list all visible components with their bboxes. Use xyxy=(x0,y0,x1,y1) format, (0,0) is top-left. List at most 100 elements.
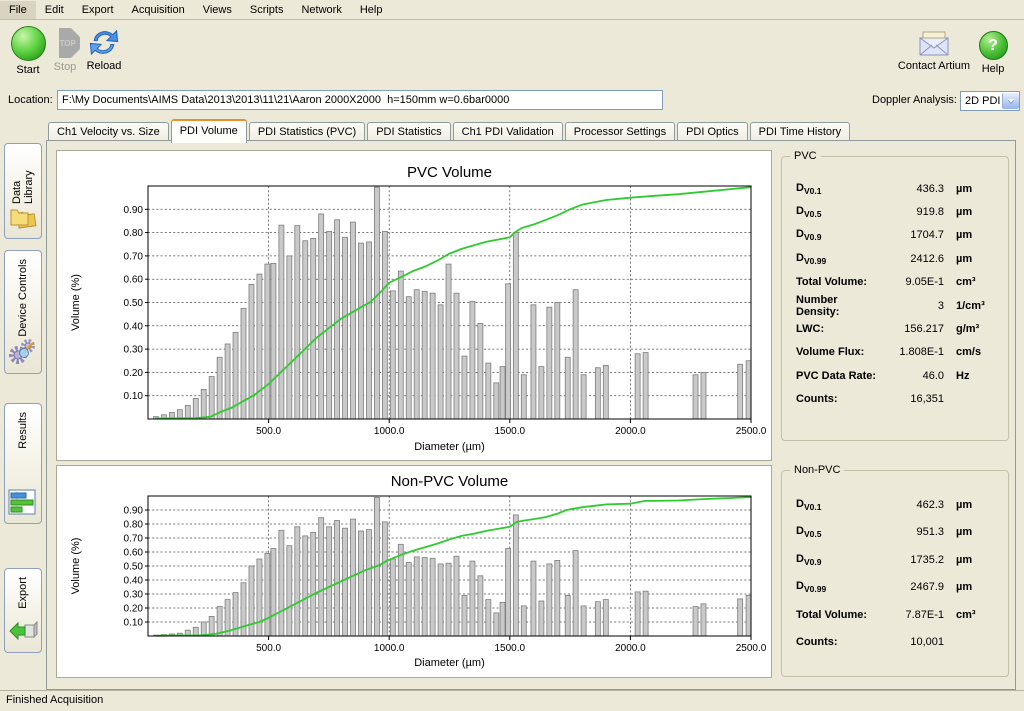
sidebar-item-results[interactable]: Results xyxy=(4,403,42,524)
reload-label: Reload xyxy=(84,60,124,72)
stop-label: Stop xyxy=(48,61,82,73)
tab-ch1-pdi-validation[interactable]: Ch1 PDI Validation xyxy=(453,122,563,142)
svg-text:Diameter (µm): Diameter (µm) xyxy=(414,441,485,453)
svg-text:0.10: 0.10 xyxy=(124,618,144,629)
stat-unit: µm xyxy=(956,183,998,195)
stat-unit: µm xyxy=(956,554,998,566)
svg-text:0.40: 0.40 xyxy=(124,321,144,332)
tab-pdi-time-history[interactable]: PDI Time History xyxy=(750,122,851,142)
stat-label: Counts: xyxy=(796,636,882,648)
stat-row: PVC Data Rate:46.0 Hz xyxy=(796,364,998,387)
svg-text:1500.0: 1500.0 xyxy=(495,426,526,437)
pvc-stats-group: PVC DV0.1436.3µmDV0.5919.8µmDV0.91704.7µ… xyxy=(781,156,1009,441)
contact-artium-button[interactable]: Contact Artium xyxy=(893,28,975,72)
sidebar-item-device-controls[interactable]: Device Controls xyxy=(4,250,42,374)
stat-row: DV0.91704.7µm xyxy=(796,224,998,247)
tab-ch1-velocity-vs-size[interactable]: Ch1 Velocity vs. Size xyxy=(48,122,169,142)
svg-text:2500.0: 2500.0 xyxy=(736,426,767,437)
start-icon xyxy=(11,26,46,61)
pvc-stats-group-title: PVC xyxy=(790,150,821,162)
svg-text:500.0: 500.0 xyxy=(256,426,281,437)
stat-value: 10,001 xyxy=(882,636,944,648)
svg-text:Volume (%): Volume (%) xyxy=(70,274,82,331)
menu-item-export[interactable]: Export xyxy=(73,1,123,19)
svg-text:0.20: 0.20 xyxy=(124,368,144,379)
svg-text:0.70: 0.70 xyxy=(124,251,144,262)
menu-item-help[interactable]: Help xyxy=(351,1,392,19)
stat-unit: µm xyxy=(956,526,998,538)
menu-item-file[interactable]: File xyxy=(0,1,36,19)
stat-value: 46.0 xyxy=(882,370,944,382)
help-icon: ? xyxy=(979,31,1008,60)
svg-text:Non-PVC Volume: Non-PVC Volume xyxy=(391,473,509,490)
stat-label: PVC Data Rate: xyxy=(796,370,882,382)
stat-row: DV0.5951.3µm xyxy=(796,519,998,547)
contact-artium-label: Contact Artium xyxy=(893,60,975,72)
menu-item-views[interactable]: Views xyxy=(194,1,241,19)
svg-text:0.10: 0.10 xyxy=(124,391,144,402)
menu-item-acquisition[interactable]: Acquisition xyxy=(123,1,194,19)
export-arrow-icon xyxy=(8,618,38,647)
stat-row: DV0.992467.9µm xyxy=(796,574,998,602)
doppler-analysis-value: 2D PDI xyxy=(961,95,1002,107)
stat-row: DV0.1436.3 µm xyxy=(796,177,998,200)
start-button[interactable]: Start xyxy=(8,26,48,76)
pvc-volume-chart-panel: 0.100.200.300.400.500.600.700.800.90500.… xyxy=(56,150,772,461)
sidebar-item-export[interactable]: Export xyxy=(4,568,42,653)
svg-text:Diameter (µm): Diameter (µm) xyxy=(414,657,485,669)
stat-unit: µm xyxy=(956,581,998,593)
sidebar-item-label: Data Library xyxy=(11,152,35,204)
tab-processor-settings[interactable]: Processor Settings xyxy=(565,122,675,142)
stat-unit: Hz xyxy=(956,370,998,382)
stat-row: DV0.5919.8µm xyxy=(796,200,998,223)
doppler-analysis-label: Doppler Analysis: xyxy=(862,94,957,106)
sidebar-item-label: Results xyxy=(17,412,29,449)
stat-label: Total Volume: xyxy=(796,276,882,288)
stat-row: Volume Flux:1.808E-1cm/s xyxy=(796,341,998,364)
svg-text:2000.0: 2000.0 xyxy=(615,426,646,437)
svg-text:2500.0: 2500.0 xyxy=(736,643,767,654)
sidebar-item-label: Export xyxy=(17,577,29,609)
svg-text:0.70: 0.70 xyxy=(124,534,144,545)
svg-text:0.60: 0.60 xyxy=(124,275,144,286)
stat-label: Volume Flux: xyxy=(796,346,882,358)
svg-text:0.50: 0.50 xyxy=(124,562,144,573)
svg-text:0.40: 0.40 xyxy=(124,576,144,587)
reload-button[interactable]: Reload xyxy=(84,26,124,72)
doppler-analysis-dropdown[interactable]: 2D PDI xyxy=(960,91,1020,111)
menu-item-network[interactable]: Network xyxy=(292,1,350,19)
svg-text:Volume (%): Volume (%) xyxy=(70,538,82,595)
stat-value: 436.3 xyxy=(882,183,944,195)
stat-row: DV0.1462.3µm xyxy=(796,491,998,519)
menu-item-edit[interactable]: Edit xyxy=(36,1,73,19)
svg-text:0.80: 0.80 xyxy=(124,228,144,239)
svg-text:0.30: 0.30 xyxy=(124,345,144,356)
svg-text:500.0: 500.0 xyxy=(256,643,281,654)
tab-pdi-statistics-pvc-[interactable]: PDI Statistics (PVC) xyxy=(249,122,365,142)
stat-unit: µm xyxy=(956,206,998,218)
tab-pdi-optics[interactable]: PDI Optics xyxy=(677,122,748,142)
tab-pdi-volume[interactable]: PDI Volume xyxy=(171,119,247,143)
chevron-down-icon[interactable] xyxy=(1002,93,1019,109)
stat-unit: µm xyxy=(956,499,998,511)
tab-pdi-statistics[interactable]: PDI Statistics xyxy=(367,122,450,142)
stat-value: 2412.6 xyxy=(882,253,944,265)
stat-unit: µm xyxy=(956,253,998,265)
help-button[interactable]: ? Help xyxy=(978,28,1008,75)
stat-label: DV0.99 xyxy=(796,580,882,594)
stat-unit: cm³ xyxy=(956,276,998,288)
stat-unit: µm xyxy=(956,229,998,241)
status-bar: Finished Acquisition xyxy=(0,690,1024,711)
svg-text:1000.0: 1000.0 xyxy=(374,426,405,437)
stat-label: DV0.1 xyxy=(796,182,882,196)
stat-value: 7.87E-1 xyxy=(882,609,944,621)
stop-button[interactable]: STOP Stop xyxy=(48,26,82,73)
svg-text:2000.0: 2000.0 xyxy=(615,643,646,654)
stat-label: DV0.9 xyxy=(796,553,882,567)
svg-text:PVC Volume: PVC Volume xyxy=(407,164,492,181)
menu-item-scripts[interactable]: Scripts xyxy=(241,1,293,19)
location-input[interactable] xyxy=(57,90,663,110)
non-pvc-stats-group: Non-PVC DV0.1462.3µmDV0.5951.3µmDV0.9173… xyxy=(781,470,1009,677)
sidebar-item-data-library[interactable]: Data Library xyxy=(4,143,42,239)
non-pvc-volume-chart-panel: 0.100.200.300.400.500.600.700.800.90500.… xyxy=(56,465,772,678)
